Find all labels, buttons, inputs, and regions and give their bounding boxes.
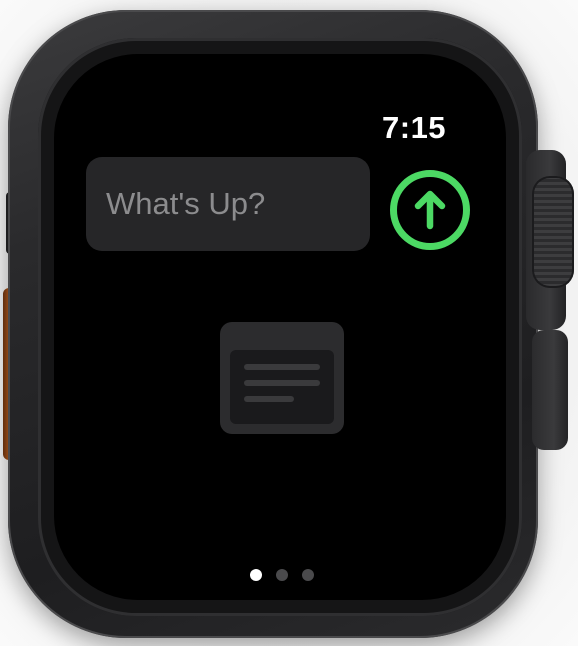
document-line — [244, 380, 320, 386]
page-indicator — [250, 568, 314, 582]
side-button[interactable] — [532, 330, 568, 450]
status-time: 7:15 — [382, 110, 447, 145]
page-dot-3 — [302, 569, 314, 581]
page-dot-2 — [276, 569, 288, 581]
watch-frame: 7:15 What's Up? — [0, 0, 578, 646]
document-line — [244, 396, 294, 402]
send-button[interactable] — [388, 168, 472, 252]
document-inner-panel — [230, 350, 334, 424]
compose-placeholder: What's Up? — [106, 186, 266, 221]
document-line — [244, 364, 320, 370]
watch-screen: 7:15 What's Up? — [54, 54, 506, 600]
compose-text-field[interactable]: What's Up? — [86, 157, 370, 251]
page-dot-1 — [250, 569, 262, 581]
document-lines-icon — [220, 322, 344, 434]
arrow-up-circle-icon — [390, 170, 470, 250]
watch-case: 7:15 What's Up? — [8, 10, 538, 638]
digital-crown[interactable] — [532, 176, 574, 288]
